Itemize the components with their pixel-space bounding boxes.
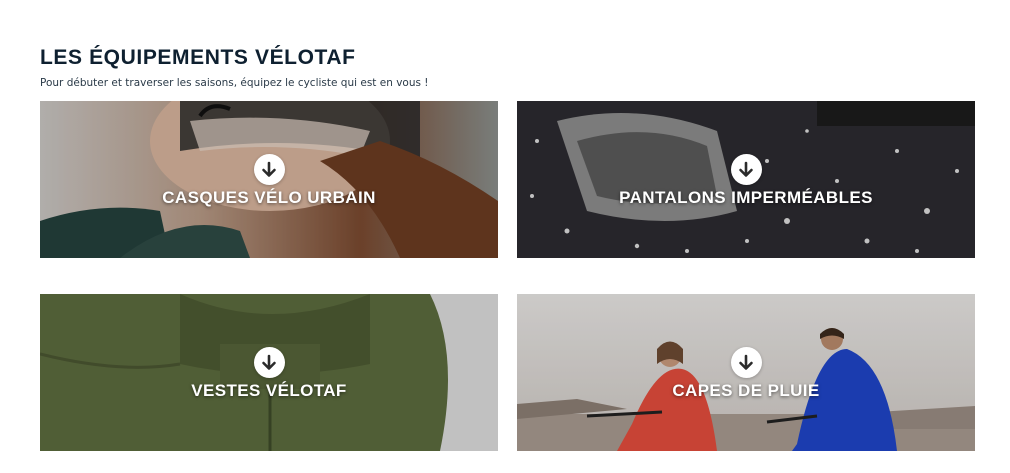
card-label: PANTALONS IMPERMÉABLES: [619, 188, 873, 207]
category-card-jackets[interactable]: VESTES VÉLOTAF: [40, 294, 498, 451]
arrow-down-icon[interactable]: [730, 347, 762, 378]
section-title: LES ÉQUIPEMENTS VÉLOTAF: [40, 46, 356, 69]
category-card-helmets[interactable]: CASQUES VÉLO URBAIN: [40, 101, 498, 258]
arrow-down-icon[interactable]: [253, 347, 285, 378]
category-card-rain-capes[interactable]: CAPES DE PLUIE: [517, 294, 975, 451]
card-label: CASQUES VÉLO URBAIN: [162, 188, 376, 207]
arrow-down-icon[interactable]: [253, 154, 285, 185]
category-card-waterproof-pants[interactable]: PANTALONS IMPERMÉABLES: [517, 101, 975, 258]
card-label: VESTES VÉLOTAF: [191, 381, 347, 400]
card-label: CAPES DE PLUIE: [672, 381, 820, 400]
section-subtitle: Pour débuter et traverser les saisons, é…: [40, 77, 429, 89]
arrow-down-icon[interactable]: [730, 154, 762, 185]
